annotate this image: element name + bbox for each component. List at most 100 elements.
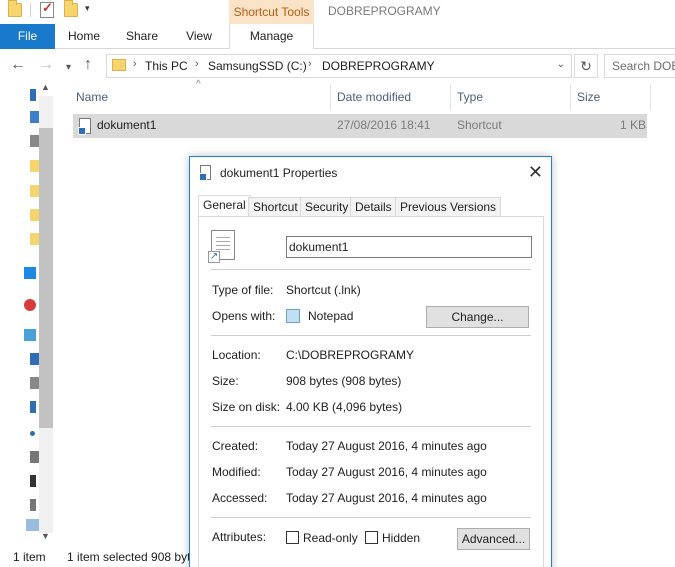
chevron-up-icon[interactable]: ▲ <box>41 82 50 92</box>
chevron-right-icon[interactable]: › <box>308 58 312 70</box>
tab-share[interactable]: Share <box>120 24 164 49</box>
type-of-file-value: Shortcut (.lnk) <box>286 283 361 297</box>
sort-ascending-icon: ^ <box>196 79 201 90</box>
customize-quick-access-icon[interactable]: ▾ <box>85 3 90 14</box>
tab-general[interactable]: General <box>198 195 251 217</box>
accessed-value: Today 27 August 2016, 4 minutes ago <box>286 491 487 505</box>
address-bar[interactable]: › This PC › SamsungSSD (C:) › DOBREPROGR… <box>106 54 572 78</box>
download-icon[interactable] <box>30 401 36 413</box>
created-value: Today 27 August 2016, 4 minutes ago <box>286 439 487 453</box>
notepad-icon <box>286 309 300 323</box>
recent-locations-icon[interactable]: ▾ <box>66 59 71 77</box>
column-divider[interactable] <box>330 84 331 110</box>
refresh-icon[interactable]: ↻ <box>574 54 598 78</box>
file-type: Shortcut <box>457 118 502 132</box>
column-size[interactable]: Size <box>577 86 600 110</box>
title-bar: ▾ Shortcut Tools DOBREPROGRAMY <box>0 0 675 24</box>
column-divider[interactable] <box>650 84 651 110</box>
chevron-down-icon[interactable]: ⌄ <box>557 59 565 70</box>
divider <box>30 3 31 17</box>
download-icon[interactable] <box>30 89 36 101</box>
divider <box>211 517 531 518</box>
column-name[interactable]: Name <box>76 86 108 110</box>
size-label: Size: <box>212 374 239 388</box>
table-row[interactable]: dokument1 27/08/2016 18:41 Shortcut 1 KB <box>73 114 647 138</box>
column-divider[interactable] <box>450 84 451 110</box>
divider <box>211 335 531 336</box>
up-arrow-icon[interactable]: ↑ <box>84 56 92 74</box>
dialog-tabs: General Shortcut Security Details Previo… <box>198 195 544 217</box>
shortcut-tools-group: Shortcut Tools <box>229 0 314 24</box>
navigation-pane: ▲ ▼ <box>0 82 53 545</box>
search-input[interactable]: Search DOB <box>604 54 675 78</box>
column-divider[interactable] <box>570 84 571 110</box>
created-label: Created: <box>212 439 259 453</box>
navigation-bar: ← → ▾ ↑ › This PC › SamsungSSD (C:) › DO… <box>0 50 675 82</box>
chevron-right-icon[interactable]: › <box>133 58 137 70</box>
close-icon[interactable]: ✕ <box>528 162 543 182</box>
drive-icon[interactable] <box>30 499 36 511</box>
opens-with-label: Opens with: <box>212 309 276 323</box>
advanced-button[interactable]: Advanced... <box>457 528 530 550</box>
tab-security[interactable]: Security <box>300 197 354 217</box>
music-icon[interactable] <box>30 431 35 436</box>
attributes-label: Attributes: <box>212 530 267 544</box>
file-date-modified: 27/08/2016 18:41 <box>337 118 431 132</box>
chevron-down-icon[interactable]: ▼ <box>41 531 50 541</box>
dropbox-icon[interactable] <box>24 267 36 279</box>
shortcut-file-icon: ↗ <box>208 230 235 263</box>
file-name-field[interactable] <box>286 236 532 258</box>
tab-file[interactable]: File <box>0 24 55 49</box>
status-selection: 1 item selected 908 byt <box>67 550 189 564</box>
hidden-label[interactable]: Hidden <box>382 531 420 545</box>
location-label: Location: <box>212 348 261 362</box>
opens-with-value: Notepad <box>308 309 354 323</box>
shortcut-icon <box>199 165 211 181</box>
hidden-checkbox[interactable] <box>365 531 378 544</box>
location-value: C:\DOBREPROGRAMY <box>286 348 415 362</box>
this-pc-icon[interactable] <box>24 329 36 341</box>
shortcut-icon <box>78 118 91 135</box>
size-on-disk-value: 4.00 KB (4,096 bytes) <box>286 400 403 414</box>
divider <box>211 269 531 270</box>
tab-details[interactable]: Details <box>350 197 397 217</box>
breadcrumb-this-pc[interactable]: This PC <box>145 59 188 73</box>
breadcrumb-drive[interactable]: SamsungSSD (C:) <box>208 59 307 73</box>
file-name: dokument1 <box>97 118 157 132</box>
window-title: DOBREPROGRAMY <box>328 4 441 18</box>
videos-icon[interactable] <box>30 475 36 487</box>
chevron-right-icon[interactable]: › <box>195 58 199 70</box>
dialog-title: dokument1 Properties <box>220 166 338 180</box>
read-only-label[interactable]: Read-only <box>303 531 358 545</box>
column-type[interactable]: Type <box>457 86 483 110</box>
tab-manage[interactable]: Manage <box>229 24 314 49</box>
read-only-checkbox[interactable] <box>286 531 299 544</box>
size-value: 908 bytes (908 bytes) <box>286 374 402 388</box>
column-date-modified[interactable]: Date modified <box>337 86 411 110</box>
change-button[interactable]: Change... <box>426 306 529 328</box>
modified-value: Today 27 August 2016, 4 minutes ago <box>286 465 487 479</box>
back-arrow-icon[interactable]: ← <box>10 56 26 74</box>
tab-view[interactable]: View <box>178 24 220 49</box>
divider <box>211 426 531 427</box>
tab-home[interactable]: Home <box>62 24 106 49</box>
folder-icon <box>8 0 22 17</box>
network-icon[interactable] <box>26 519 40 531</box>
ribbon-tabs: File Home Share View Manage <box>0 24 675 49</box>
dialog-titlebar[interactable]: dokument1 Properties ✕ <box>190 157 551 189</box>
size-on-disk-label: Size on disk: <box>212 400 281 414</box>
forward-arrow-icon[interactable]: → <box>38 56 54 74</box>
properties-icon[interactable] <box>40 0 54 18</box>
tab-previous-versions[interactable]: Previous Versions <box>395 197 502 217</box>
tab-shortcut[interactable]: Shortcut <box>248 197 303 217</box>
new-folder-icon[interactable] <box>64 0 78 17</box>
accessed-label: Accessed: <box>212 491 268 505</box>
creative-cloud-icon[interactable] <box>24 299 36 311</box>
breadcrumb-folder[interactable]: DOBREPROGRAMY <box>322 59 435 73</box>
general-tab-panel: ↗ Type of file: Shortcut (.lnk) Opens wi… <box>198 216 544 567</box>
scrollbar-thumb[interactable] <box>39 128 53 428</box>
status-item-count: 1 item <box>13 550 46 564</box>
type-of-file-label: Type of file: <box>212 283 274 297</box>
folder-icon <box>112 59 126 71</box>
properties-dialog: dokument1 Properties ✕ General Shortcut … <box>189 156 552 567</box>
